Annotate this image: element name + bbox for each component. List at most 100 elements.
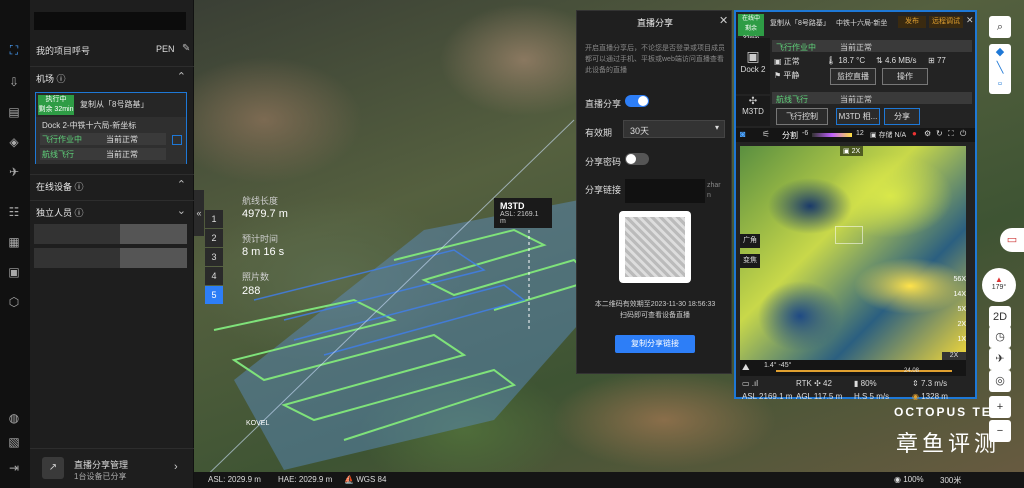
copy-link-button[interactable]: 复制分享链接 [615,335,695,353]
waypoint-item[interactable]: 4 [205,267,223,285]
device-panel: 在线中剩余 32min 复制从「8号路基」 中铁十六局-新坐 发布 远程调试 ✕… [734,10,977,401]
publish-button[interactable]: 发布 [898,16,926,28]
draw-tools-icon[interactable]: ◆ ╲ ▫ [989,44,1011,94]
locate-icon[interactable] [172,135,182,145]
operate-button[interactable]: 操作 [882,68,928,85]
m3td-marker-label[interactable]: M3TD ASL: 2169.1 m [494,198,552,228]
settings-sliders-icon[interactable]: ⚟ [762,129,770,140]
compass[interactable]: ▲ 179° [982,268,1016,302]
drone-device-tile[interactable]: ✣ M3TD [736,96,770,126]
vertical-speed: ⇕ 7.3 m/s [912,379,948,388]
project-panel: 我的项目呼号 PEN ✎ 机场 ⓘ ⌃ 执行中 剩余 32min 复制从「8号路基」… [30,0,194,488]
zoom-level-option[interactable]: 2X [946,321,966,336]
map-layers-icon[interactable]: ◈ [5,134,23,150]
search-icon[interactable]: ⌕ [989,16,1011,38]
close-icon[interactable]: ✕ [966,15,974,26]
asl-readout: ASL 2169.1 m [742,392,793,401]
locate-icon[interactable]: ◎ [989,370,1011,392]
logout-icon[interactable]: ⇥ [5,460,23,476]
album-icon[interactable]: ▣ [5,264,23,280]
thermal-video-feed[interactable]: ▣ 2X 广角 变焦 56X 14X 5X 2X 1X 2X [740,146,966,360]
qr-code [619,211,691,283]
zoom-level-option[interactable]: 5X [946,306,966,321]
record-icon[interactable]: ● [912,129,917,138]
zoom-level-option[interactable]: 56X [946,276,966,291]
task-status-badge: 执行中 剩余 32min [38,95,74,115]
validity-select[interactable]: 30天 ▾ [623,120,725,138]
waypoint-item[interactable]: 3 [205,248,223,266]
globe-icon[interactable]: ◍ [5,410,23,426]
dock-status-right: 当前正常 [106,135,138,144]
dock-net-speed: ⇅ 4.6 MB/s [876,56,917,65]
waypoint-item[interactable]: 5 [205,286,223,304]
camera-button[interactable]: M3TD 相... [836,108,880,125]
remote-debug-button[interactable]: 远程调试 [929,16,963,28]
calendar-icon[interactable]: ▦ [5,234,23,250]
search-box[interactable] [34,12,186,30]
model-icon[interactable]: ⬡ [5,294,23,310]
power-icon[interactable]: ⏻ [960,129,966,139]
project-icon[interactable]: ⛶ [5,42,23,58]
info-icon: ⓘ [74,182,84,192]
waypoint-item[interactable]: 2 [205,229,223,247]
live-manage-sub: 1台设备已分享 [74,472,127,481]
share-button[interactable]: 分享 [884,108,920,125]
live-share-toggle[interactable] [625,95,649,107]
place-label: KOVEL [246,420,270,427]
dropdown-arrow-icon: ▾ [714,123,719,132]
agl-readout: AGL 117.5 m [796,392,843,401]
media-icon[interactable]: ⇩ [5,74,23,90]
zoom-level-option[interactable]: 14X [946,291,966,306]
drone-status: 航线飞行 [42,150,74,159]
fullscreen-icon[interactable]: ⛶ [948,129,954,139]
files-icon[interactable]: ▤ [5,104,23,120]
view-2d-button[interactable]: 2D [989,306,1011,328]
dock-section-header[interactable]: 机场 ⓘ ⌃ [30,66,194,88]
close-icon[interactable]: ✕ [719,14,728,27]
gear-icon[interactable]: ⚙ [924,129,931,138]
flight-route-icon[interactable]: ✈ [5,164,23,180]
timeline-track [776,370,952,372]
live-share-label: 直播分享 [585,99,622,109]
task-plan-icon[interactable]: ☷ [5,204,23,220]
airplane-icon[interactable]: ✈ [989,348,1011,370]
distance-readout: ◉ 1328 m [912,392,948,401]
zoom-lens-button[interactable]: 变焦 [740,254,760,268]
zoom-box[interactable]: 2X [942,352,966,360]
dock-card[interactable]: 执行中 剩余 32min 复制从「8号路基」 Dock 2-中铁十六局-新坐标 飞… [35,92,187,164]
message-icon[interactable]: ▭ [1000,228,1024,252]
refresh-icon[interactable]: ↻ [936,129,943,138]
zoom-level-option[interactable]: 1X [946,336,966,351]
collapse-panel-button[interactable]: « [194,190,204,236]
monitor-live-button[interactable]: 监控直播 [830,68,876,85]
zoom-out-icon[interactable]: − [989,420,1011,442]
zoom-in-icon[interactable]: + [989,396,1011,418]
share-icon: ↗ [42,457,64,479]
info-icon: ⓘ [56,74,66,84]
rtk-info: RTK ✣ 42 [796,379,832,388]
share-link-field[interactable] [625,179,705,203]
status-scale: 300米 [940,476,962,485]
qr-expire-text: 本二维码有效期至2023-11-30 18:56:33 [594,301,716,308]
camera-icon[interactable]: ◙ [740,129,745,139]
device-status-badge: 在线中剩余 32min [738,14,764,42]
waypoint-item[interactable]: 1 [205,210,223,228]
online-devices-header[interactable]: 在线设备 ⓘ ⌃ [30,174,194,196]
live-share-management[interactable]: ↗ 直播分享管理 1台设备已分享 › [30,448,194,488]
wide-lens-button[interactable]: 广角 [740,234,760,248]
est-time-value: 8 m 16 s [242,246,285,258]
personnel-row[interactable] [34,224,187,244]
dock-device-tile[interactable]: ▣ Dock 2 [736,38,770,94]
time-icon[interactable]: ◷ [989,326,1011,348]
password-toggle[interactable] [625,153,649,165]
personnel-header[interactable]: 独立人员 ⓘ ⌄ [30,200,194,222]
drone-status-right: 当前正常 [106,150,138,159]
est-time-label: 预计时间 [242,234,279,244]
left-nav-rail: ⛶ ⇩ ▤ ◈ ✈ ☷ ▦ ▣ ⬡ ◍ ▧ ⇥ [0,0,30,488]
docs-icon[interactable]: ▧ [5,434,23,450]
flight-control-button[interactable]: 飞行控制 [776,108,828,125]
timeline-value: 24.08 [904,368,920,374]
edit-icon[interactable]: ✎ [182,43,190,54]
personnel-row[interactable] [34,248,187,268]
camera-mode[interactable]: 分割 [782,130,798,141]
